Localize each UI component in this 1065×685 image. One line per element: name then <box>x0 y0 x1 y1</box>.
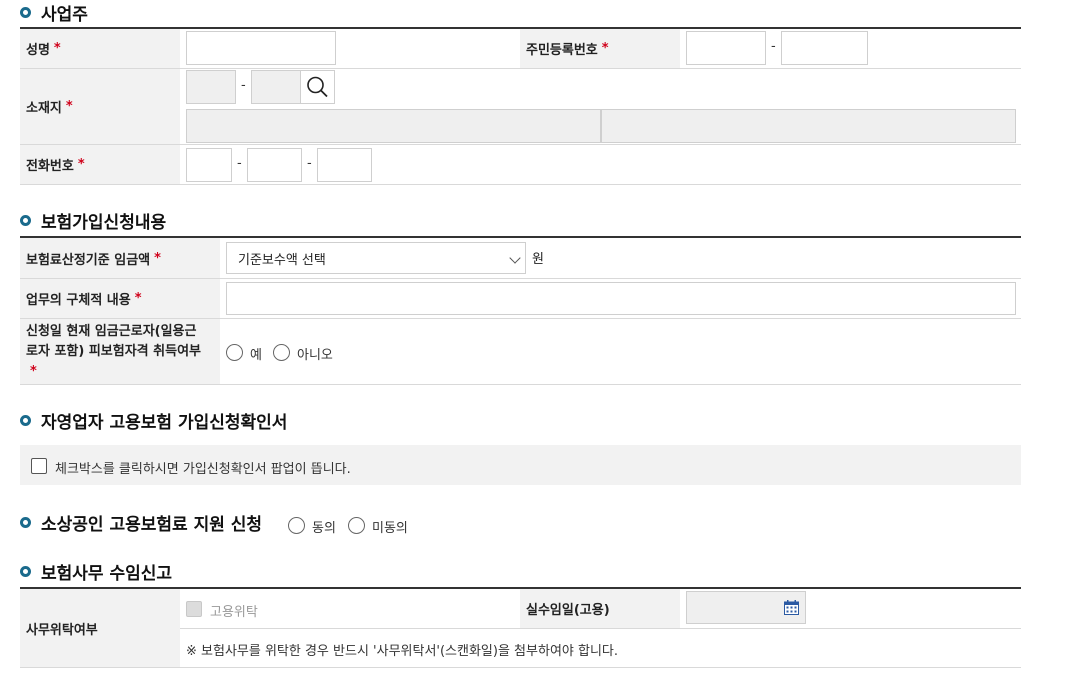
wage-select[interactable]: 기준보수액 선택 <box>226 242 526 274</box>
eligibility-no-label: 아니오 <box>297 348 333 363</box>
section-title-confirmation: 자영업자 고용보험 가입신청확인서 <box>20 408 288 433</box>
support-disagree-label: 미동의 <box>372 521 408 536</box>
address-label: 소재지 <box>26 101 62 116</box>
section-bullet-icon <box>20 6 31 18</box>
chevron-down-icon <box>509 252 521 264</box>
phone-part1-input[interactable] <box>186 148 232 182</box>
eligibility-yes-radio[interactable] <box>226 344 243 361</box>
rrn-dash: - <box>771 39 776 54</box>
support-agree-label: 동의 <box>312 521 336 536</box>
eligibility-no-radio[interactable] <box>273 344 290 361</box>
row-divider <box>20 667 1021 668</box>
wage-unit: 원 <box>532 252 544 267</box>
confirmation-checkbox[interactable] <box>31 458 47 474</box>
required-mark: * <box>53 41 61 56</box>
required-mark: * <box>154 250 161 266</box>
eligibility-label-line1: 신청일 현재 임금근로자(일용근 <box>26 324 197 339</box>
confirmation-checkbox-label[interactable]: 체크박스를 클릭하시면 가입신청확인서 팝업이 뜹니다. <box>55 458 351 477</box>
employment-delegation-label: 고용위탁 <box>210 605 258 620</box>
delegation-label: 사무위탁여부 <box>26 622 98 638</box>
section-title-office: 보험사무 수임신고 <box>20 559 173 584</box>
section-title-insurance: 보험가입신청내용 <box>20 208 167 233</box>
section-title-confirmation-text: 자영업자 고용보험 가입신청확인서 <box>41 412 288 433</box>
phone-label: 전화번호 <box>26 159 74 174</box>
name-header: 성명 * <box>20 29 180 68</box>
phone-part3-input[interactable] <box>317 148 372 182</box>
delegation-header: 사무위탁여부 <box>20 589 180 667</box>
wage-label: 보험료산정기준 임금액 <box>26 252 151 268</box>
zipcode-front-input[interactable] <box>186 70 236 104</box>
section-title-support: 소상공인 고용보험료 지원 신청 <box>20 510 263 535</box>
phone-part2-input[interactable] <box>247 148 302 182</box>
row-divider <box>180 628 1021 629</box>
section-title-support-text: 소상공인 고용보험료 지원 신청 <box>41 514 263 535</box>
required-mark: * <box>77 157 85 172</box>
name-input[interactable] <box>186 31 336 65</box>
calendar-icon[interactable] <box>784 600 799 615</box>
support-agree-radio[interactable] <box>288 517 305 534</box>
required-mark: * <box>30 364 37 379</box>
duty-header: 업무의 구체적 내용 * <box>20 279 220 318</box>
phone-header: 전화번호 * <box>20 145 180 184</box>
phone-dash: - <box>307 156 312 171</box>
phone-dash: - <box>237 156 242 171</box>
name-label: 성명 <box>26 43 50 58</box>
required-mark: * <box>601 41 609 56</box>
duty-label: 업무의 구체적 내용 <box>26 293 131 308</box>
section-bullet-icon <box>20 565 31 577</box>
section-bullet-icon <box>20 516 31 528</box>
address-search-button[interactable] <box>300 70 335 104</box>
address-detail-input[interactable] <box>601 109 1016 143</box>
section-bullet-icon <box>20 214 31 226</box>
required-mark: * <box>134 291 142 306</box>
wage-select-value: 기준보수액 선택 <box>238 252 326 268</box>
address-header: 소재지 * <box>20 69 180 144</box>
eligibility-label-line2: 로자 포함) 피보험자격 취득여부 <box>26 344 201 359</box>
zipcode-dash: - <box>241 78 246 93</box>
search-icon <box>307 76 328 98</box>
rrn-label: 주민등록번호 <box>526 43 598 58</box>
section-title-owner: 사업주 <box>20 0 88 25</box>
eligibility-header: 신청일 현재 임금근로자(일용근 로자 포함) 피보험자격 취득여부 * <box>20 319 220 384</box>
wage-header: 보험료산정기준 임금액 * <box>20 238 220 278</box>
row-divider <box>20 184 1021 185</box>
delegation-notice: ※ 보험사무를 위탁한 경우 반드시 '사무위탁서'(스캔화일)을 첨부하여야 … <box>186 644 619 659</box>
date-header: 실수임일(고용) <box>520 589 680 628</box>
address-main-input[interactable] <box>186 109 601 143</box>
date-input[interactable] <box>686 591 806 624</box>
section-title-office-text: 보험사무 수임신고 <box>41 563 173 584</box>
date-label: 실수임일(고용) <box>526 603 610 618</box>
required-mark: * <box>65 99 73 114</box>
zipcode-back-input[interactable] <box>251 70 301 104</box>
rrn-back-input[interactable] <box>781 31 868 65</box>
section-bullet-icon <box>20 414 31 426</box>
duty-input[interactable] <box>226 282 1016 315</box>
rrn-header: 주민등록번호 * <box>520 29 680 68</box>
row-divider <box>20 384 1021 385</box>
employment-delegation-checkbox[interactable] <box>186 601 202 617</box>
support-disagree-radio[interactable] <box>348 517 365 534</box>
rrn-front-input[interactable] <box>686 31 766 65</box>
section-title-owner-text: 사업주 <box>41 4 88 25</box>
eligibility-yes-label: 예 <box>250 348 262 363</box>
section-title-insurance-text: 보험가입신청내용 <box>41 212 167 233</box>
